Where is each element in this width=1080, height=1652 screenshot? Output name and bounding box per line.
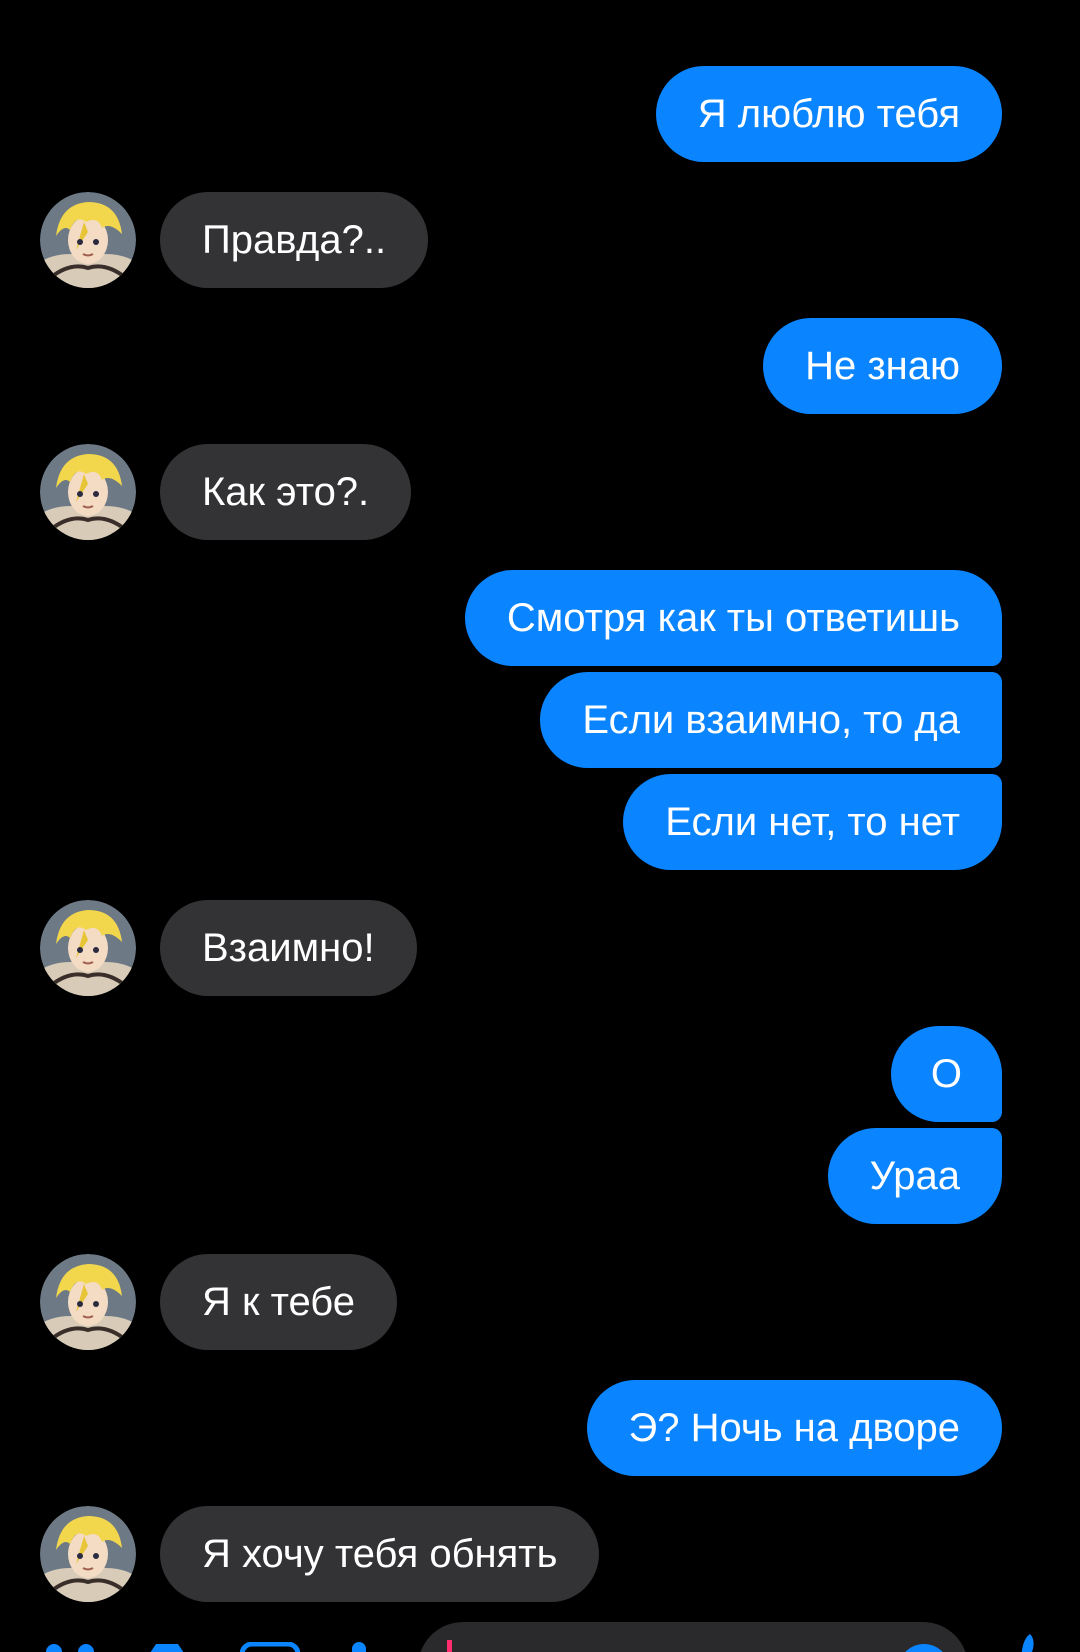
outgoing-message[interactable]: Если взаимно, то да [540, 672, 1002, 768]
outgoing-message[interactable]: Если нет, то нет [623, 774, 1002, 870]
outgoing-message[interactable]: Не знаю [763, 318, 1002, 414]
anime-avatar-icon [40, 192, 136, 288]
incoming-message[interactable]: Я хочу тебя обнять [160, 1506, 600, 1602]
anime-avatar-icon [40, 444, 136, 540]
contact-avatar[interactable] [40, 1254, 136, 1350]
chat-screen: Я люблю тебя Не знаю Смотря как ты ответ… [0, 0, 1080, 1652]
apps-icon[interactable] [40, 1644, 100, 1652]
composer-bar [0, 1606, 1080, 1652]
microphone-icon[interactable] [344, 1642, 374, 1652]
incoming-message[interactable]: Взаимно! [160, 900, 417, 996]
outgoing-message[interactable]: Ураа [827, 1128, 1002, 1224]
anime-avatar-icon [40, 1254, 136, 1350]
contact-avatar[interactable] [40, 1506, 136, 1602]
incoming-message[interactable]: Как это?. [160, 444, 412, 540]
incoming-message[interactable]: Я к тебе [160, 1254, 397, 1350]
anime-avatar-icon [40, 1506, 136, 1602]
like-icon[interactable] [1010, 1634, 1050, 1652]
anime-avatar-icon [40, 900, 136, 996]
outgoing-message[interactable]: О [890, 1026, 1002, 1122]
text-caret [447, 1640, 452, 1652]
camera-icon[interactable] [134, 1642, 200, 1652]
outgoing-message[interactable]: Э? Ночь на дворе [586, 1380, 1002, 1476]
image-icon[interactable] [240, 1642, 300, 1652]
message-input[interactable] [418, 1622, 968, 1652]
contact-avatar[interactable] [40, 900, 136, 996]
emoji-icon[interactable] [896, 1642, 952, 1652]
contact-avatar[interactable] [40, 192, 136, 288]
outgoing-message[interactable]: Смотря как ты ответишь [464, 570, 1002, 666]
contact-avatar[interactable] [40, 444, 136, 540]
outgoing-message[interactable]: Я люблю тебя [655, 66, 1002, 162]
incoming-message[interactable]: Правда?.. [160, 192, 429, 288]
